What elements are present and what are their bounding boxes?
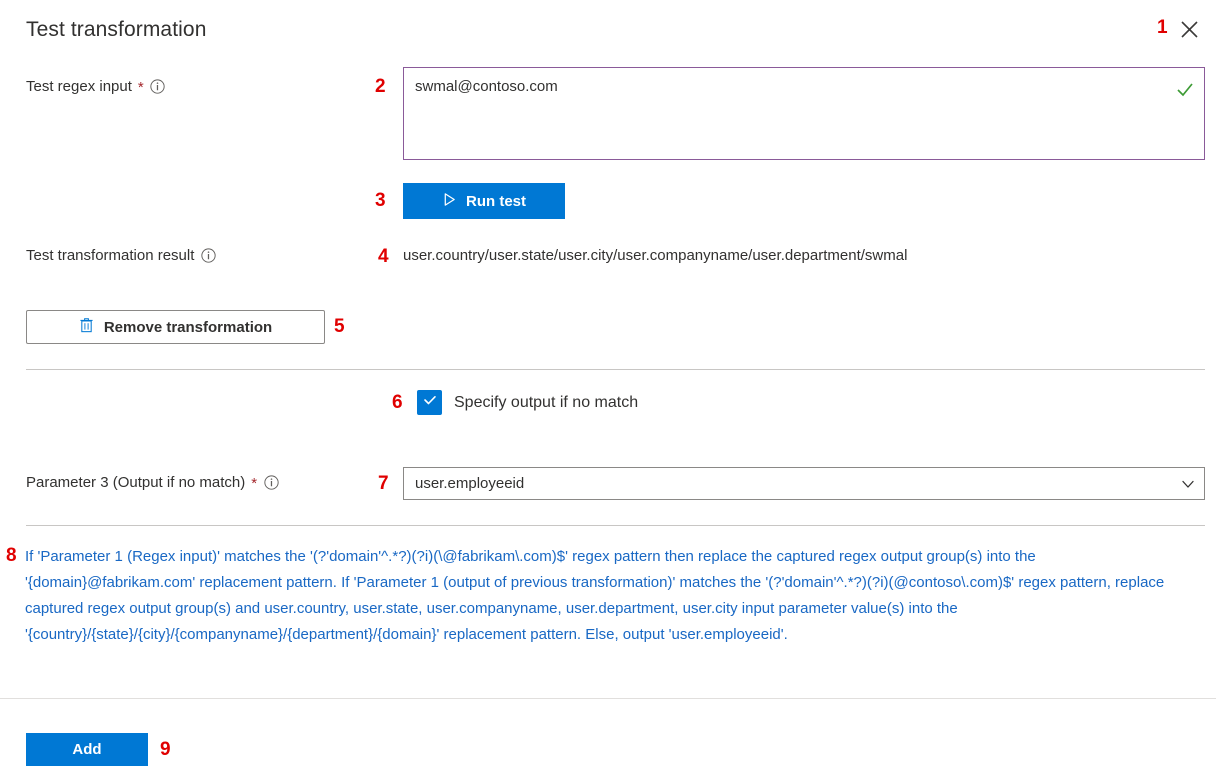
chevron-down-icon bbox=[1172, 476, 1204, 492]
required-asterisk: * bbox=[138, 80, 144, 95]
label-text: Parameter 3 (Output if no match) bbox=[26, 474, 245, 491]
annotation-1: 1 bbox=[1157, 18, 1168, 37]
parameter3-selected-value: user.employeeid bbox=[404, 475, 1172, 492]
run-test-button[interactable]: Run test bbox=[403, 183, 565, 219]
annotation-3: 3 bbox=[375, 191, 386, 210]
specify-output-checkbox[interactable] bbox=[417, 390, 442, 415]
test-transformation-result-value: user.country/user.state/user.city/user.c… bbox=[403, 247, 907, 264]
info-icon[interactable] bbox=[263, 475, 279, 491]
section-divider-1 bbox=[26, 369, 1205, 370]
add-button[interactable]: Add bbox=[26, 733, 148, 766]
specify-output-checkbox-row[interactable]: Specify output if no match bbox=[417, 390, 638, 415]
run-test-label: Run test bbox=[466, 193, 526, 210]
close-icon bbox=[1180, 20, 1199, 39]
required-asterisk: * bbox=[251, 476, 257, 491]
add-button-label: Add bbox=[72, 741, 101, 758]
annotation-6: 6 bbox=[392, 393, 403, 412]
annotation-5: 5 bbox=[334, 317, 345, 336]
parameter3-dropdown[interactable]: user.employeeid bbox=[403, 467, 1205, 500]
parameter3-label: Parameter 3 (Output if no match) * bbox=[26, 474, 279, 491]
annotation-4: 4 bbox=[378, 247, 389, 266]
info-icon[interactable] bbox=[200, 248, 216, 264]
label-text: Test transformation result bbox=[26, 247, 194, 264]
checkmark-icon bbox=[422, 392, 438, 413]
play-icon bbox=[442, 192, 457, 211]
section-divider-2 bbox=[26, 525, 1205, 526]
info-icon[interactable] bbox=[150, 79, 166, 95]
test-regex-input-container bbox=[403, 67, 1205, 160]
trash-icon bbox=[79, 317, 94, 337]
test-transformation-panel: Test transformation 1 Test regex input *… bbox=[0, 0, 1216, 781]
close-button[interactable] bbox=[1172, 12, 1206, 46]
page-title: Test transformation bbox=[26, 18, 206, 42]
annotation-8: 8 bbox=[6, 546, 17, 565]
annotation-9: 9 bbox=[160, 740, 171, 759]
annotation-2: 2 bbox=[375, 77, 386, 96]
remove-transformation-button[interactable]: Remove transformation bbox=[26, 310, 325, 344]
specify-output-label: Specify output if no match bbox=[454, 394, 638, 412]
test-regex-input-label: Test regex input * bbox=[26, 78, 166, 95]
remove-transformation-label: Remove transformation bbox=[104, 319, 272, 336]
label-text: Test regex input bbox=[26, 78, 132, 95]
test-regex-input[interactable] bbox=[404, 68, 1204, 159]
section-divider-3 bbox=[0, 698, 1216, 699]
test-transformation-result-label: Test transformation result bbox=[26, 247, 216, 264]
transformation-description: If 'Parameter 1 (Regex input)' matches t… bbox=[25, 544, 1195, 648]
annotation-7: 7 bbox=[378, 474, 389, 493]
